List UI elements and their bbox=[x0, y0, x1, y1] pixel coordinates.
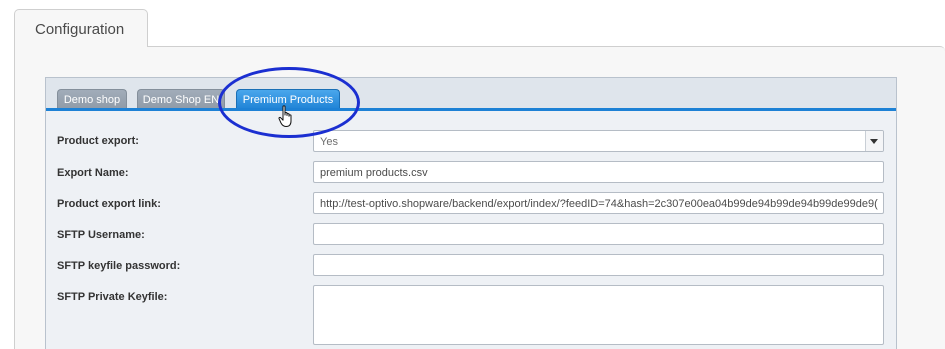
product-export-select[interactable]: Yes bbox=[313, 130, 884, 152]
tab-connector bbox=[15, 45, 147, 48]
tab-demo-shop-label: Demo shop bbox=[63, 94, 121, 106]
product-export-link-input[interactable]: http://test-optivo.shopware/backend/expo… bbox=[313, 192, 884, 214]
export-name-label: Export Name: bbox=[57, 167, 129, 179]
export-name-input[interactable]: premium products.csv bbox=[313, 161, 884, 183]
product-export-label: Product export: bbox=[57, 135, 139, 147]
product-export-link-label: Product export link: bbox=[57, 198, 161, 210]
chevron-down-icon[interactable] bbox=[865, 131, 883, 151]
sftp-username-input[interactable] bbox=[313, 223, 884, 245]
tab-demo-shop-en[interactable]: Demo Shop EN bbox=[137, 89, 225, 110]
sftp-keyfile-password-input[interactable] bbox=[313, 254, 884, 276]
tab-demo-shop[interactable]: Demo shop bbox=[57, 89, 127, 110]
sftp-username-label: SFTP Username: bbox=[57, 229, 145, 241]
sftp-keyfile-password-label: SFTP keyfile password: bbox=[57, 260, 181, 272]
tab-configuration-label: Configuration bbox=[35, 21, 125, 38]
hand-pointer-icon bbox=[278, 105, 292, 127]
sftp-private-keyfile-label: SFTP Private Keyfile: bbox=[57, 291, 168, 303]
sftp-private-keyfile-textarea[interactable] bbox=[313, 285, 884, 345]
product-export-value: Yes bbox=[320, 136, 338, 148]
tab-configuration[interactable]: Configuration bbox=[14, 9, 148, 47]
tab-demo-shop-en-label: Demo Shop EN bbox=[142, 94, 220, 106]
